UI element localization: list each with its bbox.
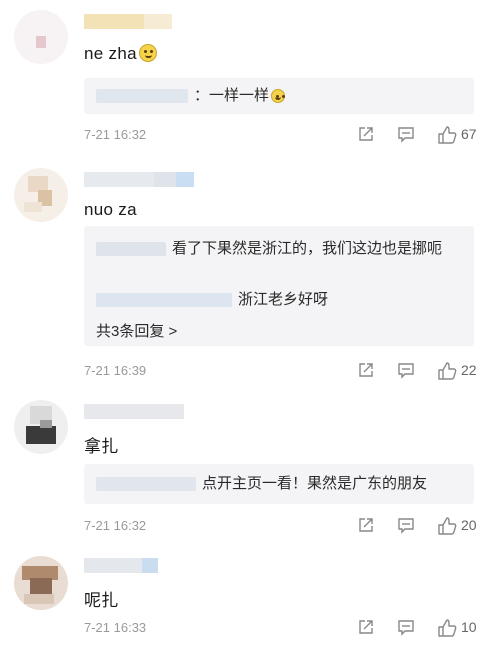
like-count: 67 xyxy=(461,126,477,142)
like-button[interactable]: 20 xyxy=(437,516,485,536)
share-icon[interactable] xyxy=(357,516,375,536)
timestamp: 7-21 16:32 xyxy=(84,127,147,142)
comment-text: 拿扎 xyxy=(84,437,119,456)
share-icon[interactable] xyxy=(357,361,375,381)
comment-text: nuo za xyxy=(84,200,137,219)
share-icon[interactable] xyxy=(357,618,375,638)
share-icon[interactable] xyxy=(357,125,375,145)
username-blurred[interactable] xyxy=(84,558,158,573)
thumbs-up-icon xyxy=(438,619,457,637)
reply-text: 浙江老乡好呀 xyxy=(238,291,329,308)
comment-actions: 22 xyxy=(345,361,485,381)
comment-item: nuo za 看了下果然是浙江的，我们这边也是挪呃 浙江老乡好呀 共3条回复 >… xyxy=(0,160,485,392)
avatar[interactable] xyxy=(14,168,68,222)
avatar[interactable] xyxy=(14,400,68,454)
like-button[interactable]: 22 xyxy=(437,361,485,381)
reply-text: 看了下果然是浙江的，我们这边也是挪呃 xyxy=(172,240,443,257)
reply-line: 浙江老乡好呀 xyxy=(96,289,464,311)
laughing-emoji-icon xyxy=(271,89,286,103)
username-blurred[interactable] xyxy=(84,172,194,187)
reply-box[interactable]: ：一样一样 xyxy=(84,78,474,114)
comment-actions: 20 xyxy=(345,516,485,536)
reply-line: ：一样一样 xyxy=(96,85,464,107)
comment-item: ne zha ：一样一样 7-21 16:32 67 xyxy=(0,0,485,160)
view-more-replies-link[interactable]: 共3条回复 > xyxy=(96,320,177,341)
timestamp: 7-21 16:32 xyxy=(84,518,147,533)
comment-actions: 67 xyxy=(345,125,485,145)
reply-line: 看了下果然是浙江的，我们这边也是挪呃 xyxy=(96,235,464,262)
reply-author-blurred[interactable] xyxy=(96,242,166,257)
like-count: 20 xyxy=(461,517,477,533)
reply-box[interactable]: 看了下果然是浙江的，我们这边也是挪呃 浙江老乡好呀 共3条回复 > xyxy=(84,226,474,346)
laughing-emoji-icon xyxy=(138,44,157,62)
thumbs-up-icon xyxy=(438,517,457,535)
comment-icon[interactable] xyxy=(397,618,415,638)
timestamp: 7-21 16:39 xyxy=(84,363,147,378)
like-button[interactable]: 67 xyxy=(437,125,485,145)
username-blurred[interactable] xyxy=(84,14,172,29)
reply-author-blurred[interactable] xyxy=(96,293,232,308)
reply-author-blurred[interactable] xyxy=(96,89,188,104)
like-button[interactable]: 10 xyxy=(437,618,485,638)
avatar[interactable] xyxy=(14,10,68,64)
reply-line: 点开主页一看！果然是广东的朋友 xyxy=(96,473,464,495)
comment-item: 呢扎 7-21 16:33 10 xyxy=(0,542,485,646)
thumbs-up-icon xyxy=(438,362,457,380)
comment-icon[interactable] xyxy=(397,125,415,145)
comment-text-content: ne zha xyxy=(84,44,137,63)
like-count: 10 xyxy=(461,619,477,635)
reply-text: 点开主页一看！果然是广东的朋友 xyxy=(202,475,428,492)
comment-actions: 10 xyxy=(345,618,485,638)
reply-author-blurred[interactable] xyxy=(96,477,196,492)
comment-text: ne zha xyxy=(84,44,157,64)
comment-text: 呢扎 xyxy=(84,591,119,610)
avatar[interactable] xyxy=(14,556,68,610)
comment-icon[interactable] xyxy=(397,516,415,536)
like-count: 22 xyxy=(461,362,477,378)
username-blurred[interactable] xyxy=(84,404,184,419)
timestamp: 7-21 16:33 xyxy=(84,620,147,635)
comment-icon[interactable] xyxy=(397,361,415,381)
reply-box[interactable]: 点开主页一看！果然是广东的朋友 xyxy=(84,464,474,504)
reply-text: ：一样一样 xyxy=(194,87,270,104)
thumbs-up-icon xyxy=(438,126,457,144)
comment-item: 拿扎 点开主页一看！果然是广东的朋友 7-21 16:32 20 xyxy=(0,392,485,542)
